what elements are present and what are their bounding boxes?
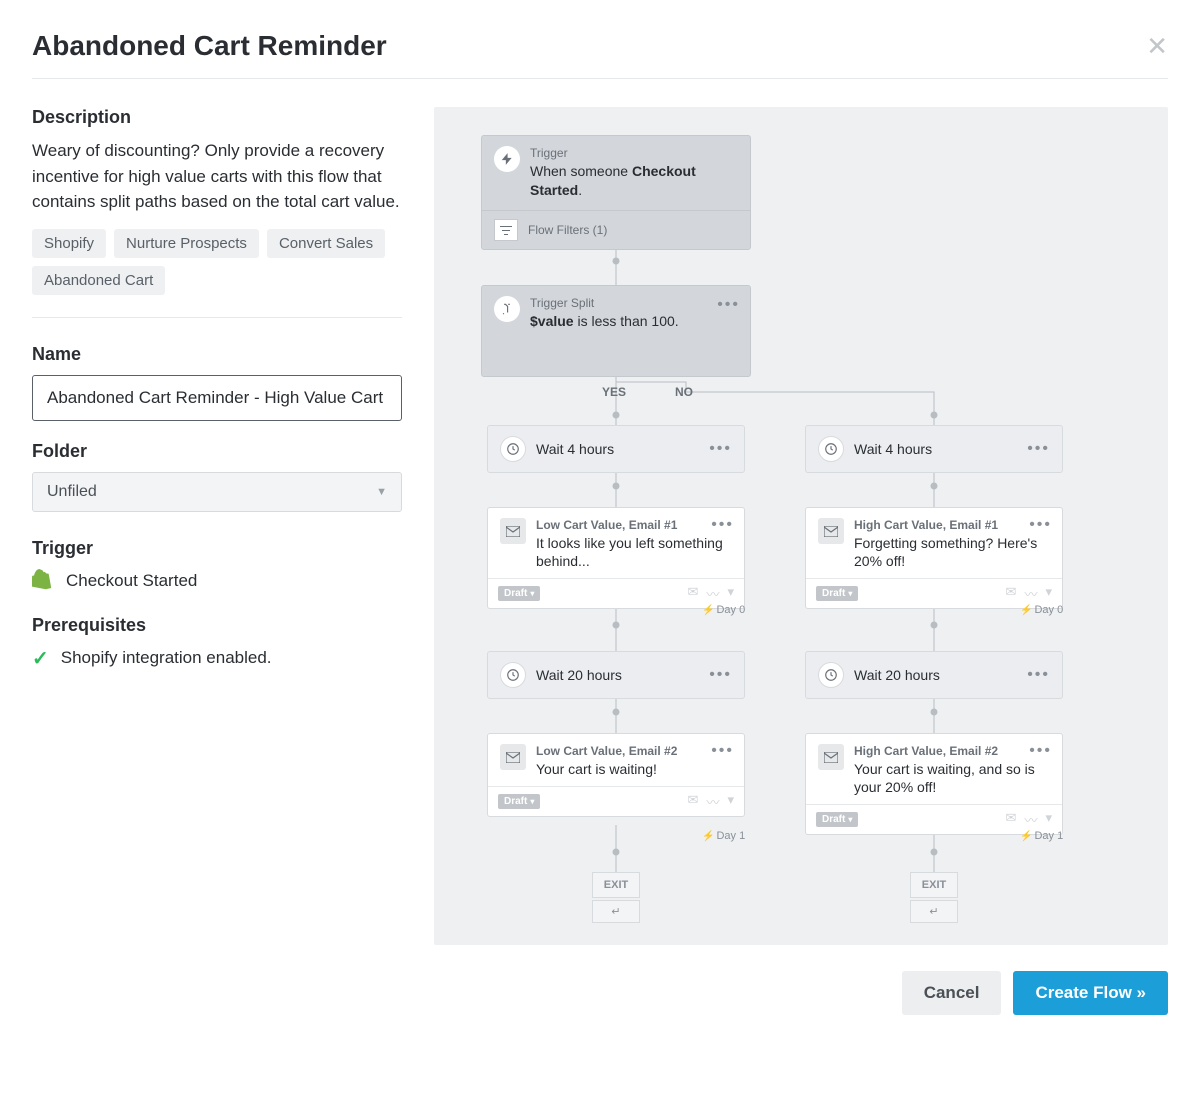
branch-no-label: NO xyxy=(675,385,693,399)
description-text: Weary of discounting? Only provide a rec… xyxy=(32,138,402,215)
split-condition: $value is less than 100. xyxy=(530,312,679,331)
branch-yes-label: YES xyxy=(602,385,626,399)
folder-select[interactable]: Unfiled ▼ xyxy=(32,472,402,512)
close-icon[interactable]: ✕ xyxy=(1146,33,1168,59)
trigger-text: Checkout Started xyxy=(66,571,197,591)
clock-icon xyxy=(818,662,844,688)
wait-card[interactable]: Wait 20 hours ••• xyxy=(805,651,1063,699)
trigger-label: Trigger xyxy=(530,146,738,160)
funnel-icon[interactable]: ▾ xyxy=(727,584,734,603)
exit-box: EXIT xyxy=(592,872,640,898)
mail-icon xyxy=(500,744,526,770)
ellipsis-icon[interactable]: ••• xyxy=(717,296,740,314)
analytics-icon[interactable]: 〰 xyxy=(706,584,719,603)
status-badge[interactable]: Draft xyxy=(816,586,858,601)
create-flow-button[interactable]: Create Flow » xyxy=(1013,971,1168,1015)
ab-test-icon[interactable]: ✉ xyxy=(688,584,699,603)
wait-text: Wait 20 hours xyxy=(854,667,1017,683)
folder-value: Unfiled xyxy=(47,483,97,501)
email-label: Low Cart Value, Email #2 xyxy=(536,744,677,758)
day-label: Day 1 xyxy=(702,830,745,842)
funnel-icon[interactable]: ▾ xyxy=(1045,810,1052,829)
ab-test-icon[interactable]: ✉ xyxy=(1006,584,1017,603)
wait-card[interactable]: Wait 20 hours ••• xyxy=(487,651,745,699)
analytics-icon[interactable]: 〰 xyxy=(1024,810,1037,829)
return-box[interactable]: ↵ xyxy=(910,900,958,923)
tag[interactable]: Convert Sales xyxy=(267,229,385,258)
ellipsis-icon[interactable]: ••• xyxy=(1027,666,1050,684)
wait-text: Wait 4 hours xyxy=(854,441,1017,457)
mail-icon xyxy=(500,518,526,544)
status-badge[interactable]: Draft xyxy=(816,812,858,827)
analytics-icon[interactable]: 〰 xyxy=(706,792,719,811)
funnel-icon[interactable]: ▾ xyxy=(1045,584,1052,603)
email-card[interactable]: High Cart Value, Email #2 Your cart is w… xyxy=(805,733,1063,835)
trigger-card[interactable]: Trigger When someone Checkout Started. F… xyxy=(481,135,751,250)
ellipsis-icon[interactable]: ••• xyxy=(709,440,732,458)
exit-box: EXIT xyxy=(910,872,958,898)
ab-test-icon[interactable]: ✉ xyxy=(688,792,699,811)
return-box[interactable]: ↵ xyxy=(592,900,640,923)
wait-card[interactable]: Wait 4 hours ••• xyxy=(487,425,745,473)
ellipsis-icon[interactable]: ••• xyxy=(709,666,732,684)
email-label: High Cart Value, Email #2 xyxy=(854,744,1050,758)
ellipsis-icon[interactable]: ••• xyxy=(711,742,734,760)
trigger-split-card[interactable]: Trigger Split $value is less than 100. •… xyxy=(481,285,751,377)
email-message: Your cart is waiting, and so is your 20%… xyxy=(854,760,1050,796)
bolt-icon xyxy=(494,146,520,172)
tag[interactable]: Shopify xyxy=(32,229,106,258)
email-card[interactable]: Low Cart Value, Email #1 It looks like y… xyxy=(487,507,745,609)
wait-card[interactable]: Wait 4 hours ••• xyxy=(805,425,1063,473)
email-card[interactable]: High Cart Value, Email #1 Forgetting som… xyxy=(805,507,1063,609)
email-label: Low Cart Value, Email #1 xyxy=(536,518,732,532)
description-heading: Description xyxy=(32,107,402,128)
wait-text: Wait 4 hours xyxy=(536,441,699,457)
mail-icon xyxy=(818,744,844,770)
email-message: Forgetting something? Here's 20% off! xyxy=(854,534,1050,570)
clock-icon xyxy=(500,436,526,462)
clock-icon xyxy=(818,436,844,462)
tag[interactable]: Abandoned Cart xyxy=(32,266,165,295)
email-message: Your cart is waiting! xyxy=(536,760,677,778)
email-label: High Cart Value, Email #1 xyxy=(854,518,1050,532)
shopify-icon xyxy=(32,569,54,593)
ellipsis-icon[interactable]: ••• xyxy=(1029,516,1052,534)
day-label: Day 1 xyxy=(1020,830,1063,842)
clock-icon xyxy=(500,662,526,688)
email-card[interactable]: Low Cart Value, Email #2 Your cart is wa… xyxy=(487,733,745,817)
ellipsis-icon[interactable]: ••• xyxy=(1027,440,1050,458)
flow-filters-label: Flow Filters (1) xyxy=(528,223,607,237)
day-label: Day 0 xyxy=(702,604,745,616)
cancel-button[interactable]: Cancel xyxy=(902,971,1002,1015)
tag[interactable]: Nurture Prospects xyxy=(114,229,259,258)
ellipsis-icon[interactable]: ••• xyxy=(1029,742,1052,760)
trigger-heading: Trigger xyxy=(32,538,402,559)
filter-icon xyxy=(494,219,518,241)
split-icon xyxy=(494,296,520,322)
folder-heading: Folder xyxy=(32,441,402,462)
prerequisites-heading: Prerequisites xyxy=(32,615,402,636)
wait-text: Wait 20 hours xyxy=(536,667,699,683)
name-heading: Name xyxy=(32,344,402,365)
modal-title: Abandoned Cart Reminder xyxy=(32,30,387,62)
status-badge[interactable]: Draft xyxy=(498,794,540,809)
trigger-text: When someone Checkout Started. xyxy=(530,162,738,200)
ab-test-icon[interactable]: ✉ xyxy=(1006,810,1017,829)
check-icon: ✓ xyxy=(32,646,49,671)
day-label: Day 0 xyxy=(1020,604,1063,616)
email-message: It looks like you left something behind.… xyxy=(536,534,732,570)
analytics-icon[interactable]: 〰 xyxy=(1024,584,1037,603)
status-badge[interactable]: Draft xyxy=(498,586,540,601)
split-label: Trigger Split xyxy=(530,296,679,310)
flow-canvas: Trigger When someone Checkout Started. F… xyxy=(434,107,1168,945)
name-input[interactable] xyxy=(32,375,402,421)
funnel-icon[interactable]: ▾ xyxy=(727,792,734,811)
mail-icon xyxy=(818,518,844,544)
ellipsis-icon[interactable]: ••• xyxy=(711,516,734,534)
chevron-down-icon: ▼ xyxy=(376,486,387,498)
prerequisite-text: Shopify integration enabled. xyxy=(61,648,272,668)
